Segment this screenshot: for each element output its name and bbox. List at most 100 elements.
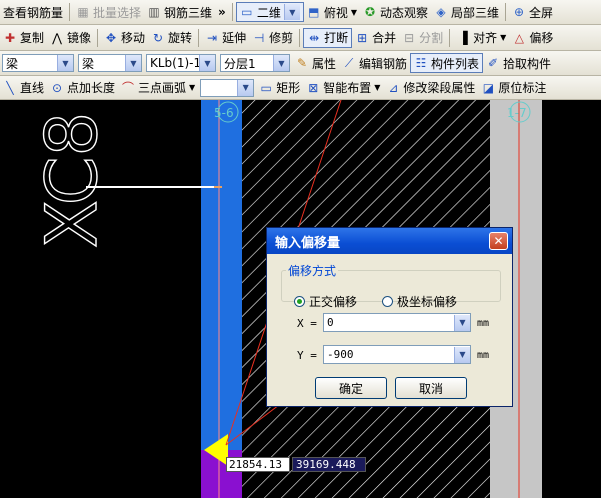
component-value: KLb(1)-1.	[150, 56, 199, 70]
chevron-down-icon[interactable]: ▼	[500, 33, 506, 42]
copy-button[interactable]: ✚ 复制	[0, 28, 47, 48]
break-label: 打断	[324, 31, 349, 45]
rebar-3d-button[interactable]: ▥ 钢筋三维	[144, 2, 215, 22]
component-select[interactable]: KLb(1)-1.▼	[146, 54, 216, 72]
split-icon: ⊟	[404, 30, 415, 45]
close-icon[interactable]: ✕	[489, 232, 508, 250]
cube-icon: ⬒	[308, 5, 320, 19]
ok-button[interactable]: 确定	[315, 377, 387, 399]
trim-button[interactable]: ⊣ 修剪	[249, 28, 296, 48]
list-icon: ☷	[415, 56, 427, 70]
properties-label: 属性	[312, 56, 337, 71]
mirror-icon: ⋀	[52, 30, 62, 45]
chevron-down-icon[interactable]: ▼	[454, 314, 470, 331]
x-field[interactable]: 0 ▼	[323, 313, 471, 332]
toolbar-component: 梁▼ 梁▼ KLb(1)-1.▼ 分层1▼ ✎属性 ⟋编辑钢筋 ☷构件列表 ✐拾…	[0, 51, 601, 76]
fullscreen-label: 全屏	[529, 5, 554, 20]
offset-button[interactable]: △ 偏移	[509, 28, 556, 48]
coord-x-input[interactable]: 21854.13	[226, 457, 290, 472]
rectangle-label: 矩形	[276, 81, 301, 95]
zoom-icon: ⊕	[514, 5, 525, 19]
move-icon: ✥	[106, 30, 117, 45]
top-view-label: 俯视	[323, 5, 348, 20]
rebar-3d-label: 钢筋三维	[164, 5, 213, 20]
rectangle-icon: ▭	[241, 5, 253, 19]
chevron-down-icon[interactable]: ▼	[57, 55, 73, 71]
chevron-down-icon[interactable]: ▼	[283, 4, 300, 20]
dynamic-observe-button[interactable]: ✪ 动态观察	[360, 2, 431, 22]
component-list-button[interactable]: ☷ 构件列表	[410, 53, 484, 73]
local-3d-button[interactable]: ◈ 局部三维	[431, 2, 502, 22]
coord-y-input[interactable]: 39169.448	[292, 457, 366, 472]
three-point-arc-label: 三点画弧	[138, 81, 187, 95]
extend-button[interactable]: ⇥ 延伸	[202, 28, 249, 48]
cancel-button[interactable]: 取消	[395, 377, 467, 399]
chevron-down-icon[interactable]: ▼	[189, 83, 195, 92]
view-mode-combo[interactable]: ▭ 二维 ▼	[235, 2, 304, 22]
batch-select-button[interactable]: ▦ 批量选择	[73, 2, 144, 22]
modify-span-label: 修改梁段属性	[403, 81, 476, 95]
trim-label: 修剪	[269, 31, 294, 45]
merge-button[interactable]: ⊞ 合并	[352, 28, 399, 48]
x-unit: mm	[477, 318, 490, 329]
double-chevron-icon: »	[218, 5, 226, 19]
radio-orthogonal[interactable]: 正交偏移	[294, 293, 357, 310]
chevron-down-icon[interactable]: ▼	[273, 55, 289, 71]
top-view-button[interactable]: ⬒ 俯视 ▼	[304, 2, 360, 22]
line-button[interactable]: ╲ 直线	[0, 78, 47, 98]
modify-span-button[interactable]: ⊿ 修改梁段属性	[383, 78, 478, 98]
pick-icon: ✐	[488, 56, 499, 70]
batch-select-label: 批量选择	[93, 5, 142, 20]
x-value: 0	[327, 316, 334, 329]
smart-layout-button[interactable]: ⊠ 智能布置 ▼	[303, 78, 383, 98]
properties-button[interactable]: ✎ 属性	[292, 53, 339, 73]
move-button[interactable]: ✥ 移动	[101, 28, 148, 48]
extend-icon: ⇥	[207, 30, 218, 45]
point-length-label: 点加长度	[67, 81, 116, 95]
radio-on-icon	[294, 296, 305, 307]
y-field[interactable]: -900 ▼	[323, 345, 471, 364]
orbit-icon: ✪	[364, 5, 376, 19]
view-rebar-button[interactable]: 查看钢筋量	[0, 2, 66, 22]
pick-component-button[interactable]: ✐ 拾取构件	[483, 53, 554, 73]
split-button[interactable]: ⊟ 分割	[399, 28, 446, 48]
dialog-title-bar[interactable]: 输入偏移量	[267, 228, 512, 254]
draw-option-select[interactable]: ▼	[200, 78, 255, 97]
type-value: 梁	[82, 56, 95, 71]
fullscreen-button[interactable]: ⊕ 全屏	[509, 2, 556, 22]
more-chevron-button[interactable]: »	[215, 2, 229, 22]
divider	[69, 3, 71, 21]
rotate-button[interactable]: ↻ 旋转	[148, 28, 195, 48]
smart-layout-icon: ⊠	[308, 80, 319, 95]
edit-rebar-label: 编辑钢筋	[359, 56, 408, 71]
chevron-down-icon[interactable]: ▼	[351, 8, 357, 17]
original-mark-button[interactable]: ◪ 原位标注	[478, 78, 549, 98]
offset-dialog: 输入偏移量 ✕ 偏移方式 正交偏移 极坐标偏移 X = 0 ▼ mm Y = -…	[266, 227, 513, 407]
blue-column	[201, 100, 242, 450]
radio-polar[interactable]: 极坐标偏移	[382, 293, 457, 310]
chevron-down-icon[interactable]: ▼	[374, 83, 380, 92]
point-length-button[interactable]: ⊙ 点加长度	[47, 78, 118, 98]
arc-icon: ⌒	[122, 80, 135, 95]
three-point-arc-button[interactable]: ⌒ 三点画弧 ▼	[118, 78, 198, 98]
offset-label: 偏移	[529, 31, 554, 45]
type-select[interactable]: 梁 ▼	[78, 54, 142, 72]
copy-label: 复制	[20, 31, 45, 45]
view-rebar-label: 查看钢筋量	[3, 5, 64, 20]
break-button[interactable]: ⇹ 打断	[303, 27, 353, 48]
chevron-down-icon[interactable]: ▼	[454, 346, 470, 363]
chevron-down-icon[interactable]: ▼	[237, 79, 254, 96]
edit-rebar-button[interactable]: ⟋ 编辑钢筋	[339, 53, 410, 73]
offset-icon: △	[514, 30, 524, 45]
align-icon: ▐	[458, 30, 468, 45]
mirror-button[interactable]: ⋀ 镜像	[47, 28, 94, 48]
pick-component-label: 拾取构件	[503, 56, 552, 71]
category-select[interactable]: 梁 ▼	[2, 54, 74, 72]
layer-select[interactable]: 分层1 ▼	[220, 54, 290, 72]
grid-icon: ▦	[77, 5, 89, 19]
merge-label: 合并	[372, 31, 397, 45]
rectangle-button[interactable]: ▭ 矩形	[256, 78, 303, 98]
chevron-down-icon[interactable]: ▼	[199, 55, 215, 71]
chevron-down-icon[interactable]: ▼	[125, 55, 141, 71]
align-button[interactable]: ▐ 对齐 ▼	[453, 28, 509, 48]
